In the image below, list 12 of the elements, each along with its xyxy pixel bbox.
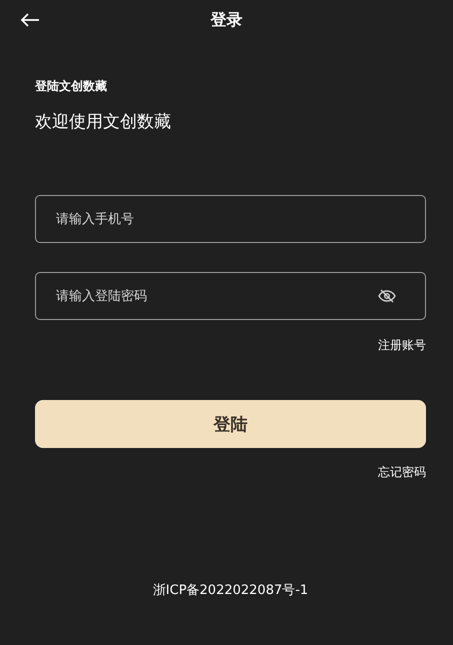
- subtitle: 登陆文创数藏: [35, 78, 107, 95]
- page-title: 登录: [210, 10, 242, 30]
- back-arrow-icon: [20, 13, 40, 27]
- register-link[interactable]: 注册账号: [378, 337, 426, 354]
- welcome-heading: 欢迎使用文创数藏: [35, 111, 171, 133]
- back-button[interactable]: [18, 11, 42, 29]
- password-field[interactable]: 请输入登陆密码: [35, 272, 426, 320]
- eye-slash-icon[interactable]: [378, 289, 396, 303]
- icp-footer-text: 浙ICP备2022022087号-1: [152, 582, 308, 599]
- forgot-password-link[interactable]: 忘记密码: [378, 464, 426, 481]
- phone-field[interactable]: 请输入手机号: [35, 195, 426, 243]
- login-button[interactable]: 登陆: [35, 400, 426, 448]
